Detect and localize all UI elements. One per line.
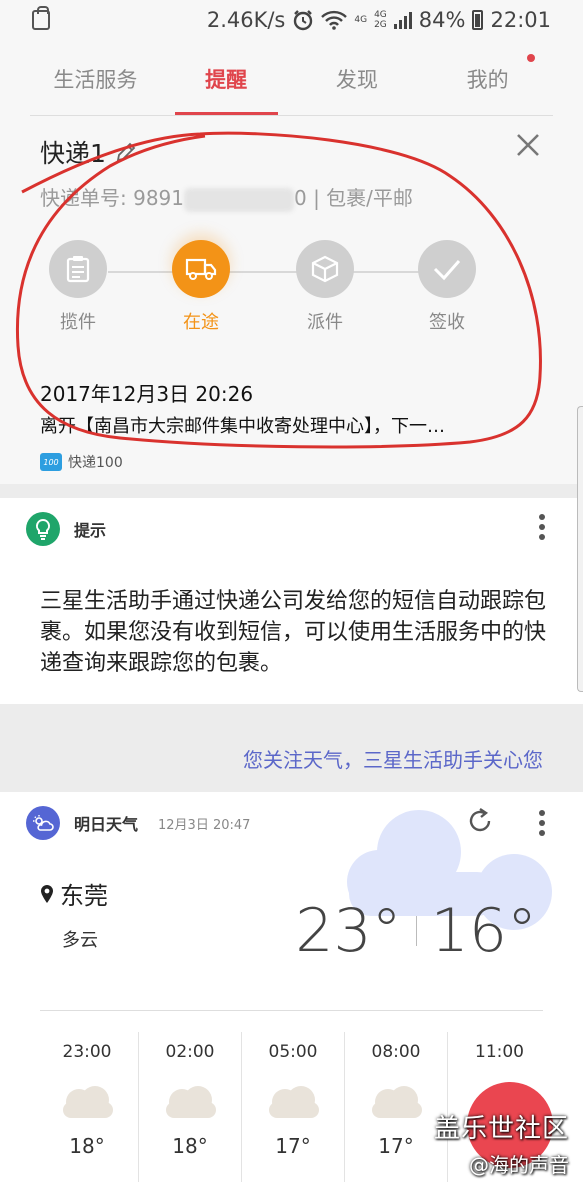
tip-body: 三星生活助手通过快递公司发给您的短信自动跟踪包裹。如果您没有收到短信，可以使用生… (40, 589, 547, 676)
weather-promo-link[interactable]: 您关注天气，三星生活助手关心您 (243, 744, 543, 773)
tracking-update-description: 离开【南昌市大宗邮件集中收寄处理中心】，下一… (40, 416, 445, 437)
edge-panel-handle[interactable] (577, 406, 583, 692)
temp-separator (415, 916, 417, 946)
weather-temps: 23° 16° (295, 896, 537, 966)
tab-bar: 生活服务 提醒 发现 我的 (0, 40, 583, 116)
tip-title: 提示 (74, 521, 107, 540)
pencil-icon[interactable] (114, 140, 138, 164)
status-bar: 2.46K/s 4G 4G 2G 84% 22:01 (0, 0, 583, 40)
weather-location[interactable]: 东莞 (40, 876, 108, 911)
status-bar-right: 2.46K/s 4G 4G 2G 84% 22:01 (207, 6, 551, 34)
hourly-item: 05:00 17° (242, 1032, 345, 1182)
signal-icon (393, 11, 412, 29)
clock: 22:01 (490, 8, 551, 32)
location-name: 东莞 (60, 882, 108, 910)
tracking-progress: 揽件 在途 派件 签收 (40, 240, 540, 340)
weather-condition: 多云 (62, 930, 98, 951)
tracking-source-label: 快递100 (68, 455, 123, 471)
tab-mine-label: 我的 (466, 68, 509, 92)
network-type-1: 4G (354, 15, 367, 25)
watermark: 盖乐世社区 @海的声音 (434, 1108, 569, 1178)
partly-cloudy-icon (26, 806, 60, 840)
hour-temp: 18° (69, 1134, 105, 1158)
hour-time: 05:00 (268, 1042, 318, 1062)
weather-update-time: 12月3日 20:47 (158, 817, 251, 833)
tab-reminders[interactable]: 提醒 (161, 40, 292, 116)
watermark-line2: @海的声音 (469, 1153, 569, 1177)
cloud-icon (63, 1086, 113, 1118)
lightbulb-icon (26, 512, 60, 546)
watermark-line1: 盖乐世社区 (433, 1114, 569, 1144)
package-title-row: 快递1 (40, 134, 138, 170)
package-title: 快递1 (40, 139, 106, 168)
cloud-icon (269, 1086, 319, 1118)
battery-icon (472, 10, 484, 30)
temp-low: 16° (430, 896, 537, 966)
hour-time: 11:00 (475, 1042, 524, 1062)
wifi-icon (321, 10, 348, 30)
weather-header: 明日天气 12月3日 20:47 (26, 806, 250, 840)
network-type-2: 4G 2G (374, 10, 387, 30)
tab-discover[interactable]: 发现 (292, 40, 423, 116)
more-options-icon[interactable] (539, 514, 545, 540)
hourly-item: 23:00 18° (36, 1032, 139, 1182)
tip-header: 提示 (26, 512, 106, 546)
step-pickup-label: 揽件 (60, 312, 96, 333)
tab-life-services[interactable]: 生活服务 (30, 40, 161, 116)
close-icon[interactable] (515, 132, 541, 158)
weather-more-options-icon[interactable] (539, 810, 545, 836)
step-signed: 签收 (397, 240, 497, 334)
location-pin-icon (41, 884, 53, 903)
tracking-number: 快递单号: 9891 0 | 包裹/平邮 (40, 182, 413, 212)
hour-time: 02:00 (165, 1042, 215, 1062)
alarm-icon (294, 10, 313, 31)
hour-temp: 18° (172, 1134, 208, 1158)
notification-dot (527, 54, 535, 62)
step-pickup: 揽件 (28, 240, 128, 334)
hour-time: 23:00 (62, 1042, 112, 1062)
battery-percent: 84% (418, 8, 466, 32)
network-speed: 2.46K/s (206, 8, 286, 32)
package-tracking-card[interactable]: 快递1 快递单号: 9891 0 | 包裹/平邮 揽件 在途 派件 签收 201… (0, 116, 583, 484)
weather-divider (40, 1010, 543, 1011)
check-icon (418, 240, 476, 298)
tracking-source: 100 快递100 (40, 452, 123, 472)
tracking-number-suffix: 0 | 包裹/平邮 (294, 186, 413, 210)
tip-card[interactable]: 提示 三星生活助手通过快递公司发给您的短信自动跟踪包裹。如果您没有收到短信，可以… (0, 498, 583, 704)
cloud-icon (166, 1086, 216, 1118)
hour-temp: 17° (275, 1134, 311, 1158)
truck-icon (172, 240, 230, 298)
clipboard-icon (49, 240, 107, 298)
network-type2-top: 4G (374, 10, 387, 20)
network-type2-bottom: 2G (374, 20, 387, 30)
temp-high: 23° (295, 896, 402, 966)
step-signed-label: 签收 (429, 312, 465, 333)
tracking-number-prefix: 快递单号: 9891 (40, 186, 184, 210)
hour-temp: 17° (378, 1134, 414, 1158)
box-icon (296, 240, 354, 298)
kuaidi100-logo: 100 (40, 453, 62, 471)
tracking-update-time: 2017年12月3日 20:26 (40, 382, 254, 406)
shopping-bag-icon (32, 6, 50, 30)
step-delivery: 派件 (275, 240, 375, 334)
step-delivery-label: 派件 (307, 312, 343, 333)
redacted-digits (184, 187, 294, 212)
hour-time: 08:00 (371, 1042, 421, 1062)
network-type-top: 4G (354, 15, 368, 25)
step-in-transit: 在途 (151, 240, 251, 334)
cloud-icon (372, 1086, 422, 1118)
tab-mine[interactable]: 我的 (422, 40, 553, 116)
step-in-transit-label: 在途 (183, 312, 219, 333)
hourly-item: 08:00 17° (345, 1032, 448, 1182)
weather-title: 明日天气 (74, 815, 139, 834)
refresh-icon[interactable] (465, 806, 495, 836)
hourly-item: 02:00 18° (139, 1032, 242, 1182)
